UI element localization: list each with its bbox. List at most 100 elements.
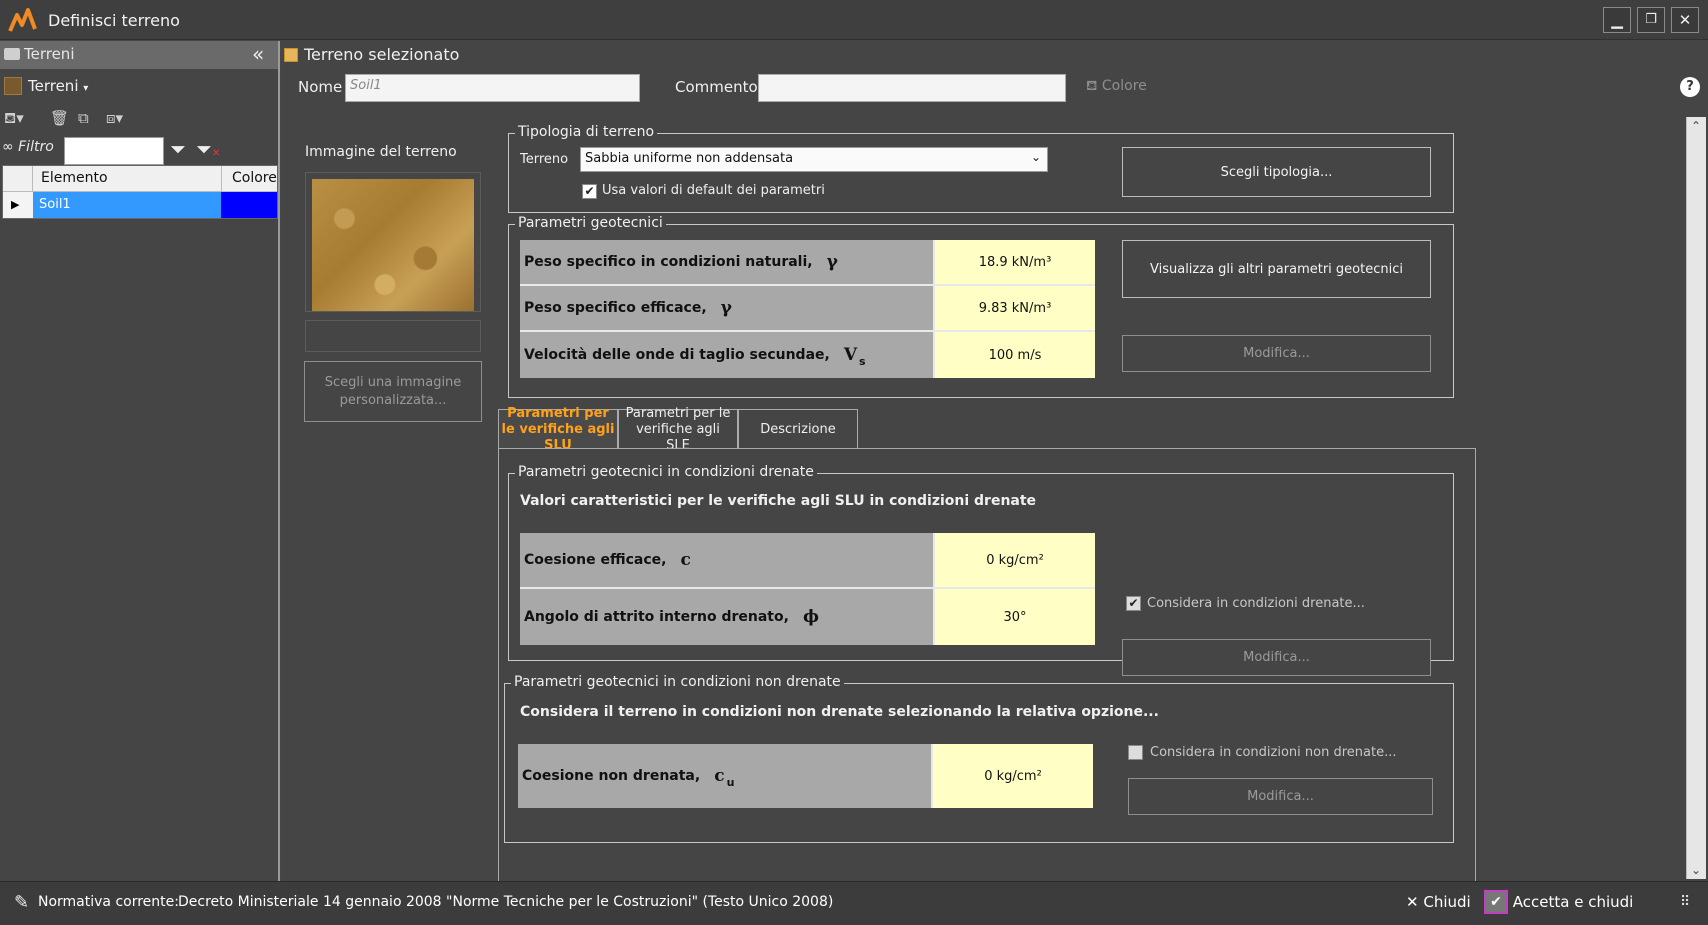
close-x-icon: ✕ (1406, 893, 1419, 911)
binoculars-icon: ∞ (2, 139, 14, 155)
geotech-row-value[interactable]: 100 m/s (935, 332, 1095, 378)
main-panel: Terreno selezionato Nome Soil1 Commento … (282, 41, 1708, 881)
geotech-row-label: Velocità delle onde di taglio secundae, V… (520, 332, 933, 378)
sidebar-header: Terreni « (0, 41, 278, 69)
choose-image-button[interactable]: Scegli una immagine personalizzata... (304, 361, 482, 422)
paint-bucket-icon[interactable]: ⛾▾ (4, 109, 24, 129)
vs-subscript: s (859, 354, 866, 368)
drained-row-value[interactable]: 30° (935, 589, 1095, 645)
terreno-select-value: Sabbia uniforme non addensata (585, 151, 794, 166)
modify-undrained-button[interactable]: Modifica... (1128, 778, 1433, 815)
delete-icon[interactable]: 🗑 (50, 109, 69, 127)
tab-slu[interactable]: Parametri per le verifiche agli SLU (498, 406, 618, 453)
drained-row-label-text: Angolo di attrito interno drenato, (524, 609, 789, 625)
default-params-label: Usa valori di default dei parametri (602, 183, 825, 198)
modify-drained-button[interactable]: Modifica... (1122, 639, 1431, 676)
geotech-table: Peso specifico in condizioni naturali, γ … (520, 240, 1095, 378)
resize-grip-icon[interactable]: ⠿ (1680, 894, 1690, 910)
color-button-label: Colore (1101, 78, 1147, 94)
phi-symbol: ϕ (802, 607, 819, 627)
checkmark-icon: ✔ (1128, 596, 1139, 610)
default-params-checkbox[interactable]: ✔ (582, 184, 597, 199)
paint-bucket-icon: ⛾ (1086, 78, 1098, 94)
image-label: Immagine del terreno (305, 144, 457, 160)
checkmark-icon: ✔ (584, 184, 595, 198)
filter-icon[interactable]: ⏷ (170, 137, 186, 161)
image-caption-box (305, 320, 481, 352)
note-icon (284, 48, 298, 62)
color-button[interactable]: ⛾ Colore (1086, 78, 1147, 96)
vs-symbol: V (843, 345, 858, 365)
scroll-down-icon[interactable]: ⌄ (1691, 863, 1701, 877)
drained-checkbox[interactable]: ✔ (1126, 596, 1141, 611)
filter-input[interactable] (64, 137, 164, 165)
column-header-elemento: Elemento (41, 170, 108, 186)
drained-row-label: Angolo di attrito interno drenato, ϕ (520, 589, 933, 645)
tab-sle[interactable]: Parametri per le verifiche agli SLE (618, 406, 738, 453)
gamma-symbol: γ (826, 252, 838, 272)
drained-row-value[interactable]: 0 kg/cm² (935, 533, 1095, 587)
close-window-button[interactable]: ✕ (1671, 7, 1699, 33)
terreni-grid: Elemento Colore ▶ Soil1 (2, 165, 278, 219)
clear-filter-icon[interactable]: ⏷✕ (196, 137, 220, 161)
app-logo-icon (8, 8, 37, 32)
scroll-up-icon[interactable]: ⌃ (1691, 119, 1701, 133)
soil-folder-icon (4, 77, 22, 95)
geotech-row-label: Peso specifico in condizioni naturali, γ (520, 240, 933, 284)
sidebar-title: Terreni (24, 45, 75, 63)
normativa-label: Normativa corrente: (38, 894, 179, 910)
name-label: Nome (298, 78, 343, 96)
row-pointer-icon: ▶ (3, 192, 33, 218)
terreno-label: Terreno (520, 152, 569, 167)
window-title: Definisci terreno (48, 11, 180, 30)
sidebar-toolbar: ⛾▾ 🗑 ⧉ ⧈▾ (4, 107, 154, 131)
close-button[interactable]: ✕ Chiudi (1406, 893, 1471, 911)
minimize-button[interactable]: ▁ (1603, 7, 1631, 33)
terreni-dropdown[interactable]: Terreni ▾ (28, 77, 88, 95)
cu-symbol: c (714, 766, 725, 786)
undrained-group-title: Parametri geotecnici in condizioni non d… (511, 674, 844, 690)
tipologia-group-title: Tipologia di terreno (515, 124, 658, 140)
vertical-scrollbar[interactable]: ⌃ ⌄ (1686, 117, 1706, 879)
geotech-row-label-text: Peso specifico in condizioni naturali, (524, 254, 813, 270)
name-input[interactable]: Soil1 (345, 74, 640, 102)
accept-button-label: Accetta e chiudi (1512, 893, 1634, 911)
geotech-row-value[interactable]: 9.83 kN/m³ (935, 286, 1095, 330)
modify-geotech-button[interactable]: Modifica... (1122, 335, 1431, 372)
paste-icon[interactable]: ⧈▾ (106, 109, 123, 127)
geotech-row-label-text: Velocità delle onde di taglio secundae, (524, 347, 830, 363)
tab-descrizione[interactable]: Descrizione (738, 409, 858, 449)
gamma-symbol: γ (720, 298, 732, 318)
geotech-row-label: Peso specifico efficace, γ (520, 286, 933, 330)
restore-button[interactable]: ❐ (1637, 7, 1665, 33)
grid-header-indicator (3, 166, 33, 191)
row-name: Soil1 (33, 192, 221, 218)
accept-close-button[interactable]: ✔ Accetta e chiudi (1484, 890, 1633, 914)
undrained-row-label: Coesione non drenata, c u (518, 744, 931, 808)
drained-check-label: Considera in condizioni drenate... (1147, 596, 1365, 611)
undrained-table: Coesione non drenata, c u 0 kg/cm² (518, 744, 1093, 808)
comment-input[interactable] (758, 74, 1066, 102)
terreni-dropdown-label: Terreni (28, 77, 79, 95)
undrained-checkbox[interactable] (1128, 745, 1143, 760)
terreno-select[interactable]: Sabbia uniforme non addensata ⌄ (580, 147, 1048, 172)
show-geotech-button[interactable]: Visualizza gli altri parametri geotecnic… (1122, 240, 1431, 298)
undrained-check-label: Considera in condizioni non drenate... (1150, 745, 1397, 760)
table-row[interactable]: ▶ Soil1 (3, 192, 277, 218)
help-icon[interactable]: ? (1680, 77, 1700, 97)
chevron-down-icon: ⌄ (1030, 150, 1041, 164)
id-card-icon (4, 48, 20, 60)
cu-subscript: u (726, 775, 735, 789)
drained-group-title: Parametri geotecnici in condizioni drena… (515, 464, 817, 480)
c-symbol: c (680, 550, 691, 570)
choose-tipologia-button[interactable]: Scegli tipologia... (1122, 147, 1431, 197)
geotech-row-value[interactable]: 18.9 kN/m³ (935, 240, 1095, 284)
close-icon: ✕ (1678, 11, 1692, 29)
minimize-icon: ▁ (1611, 11, 1623, 29)
filter-label: Filtro (18, 139, 54, 155)
collapse-sidebar-icon[interactable]: « (252, 42, 264, 66)
undrained-heading: Considera il terreno in condizioni non d… (520, 704, 1159, 720)
chevron-down-icon: ▾ (83, 83, 89, 94)
undrained-row-value[interactable]: 0 kg/cm² (933, 744, 1093, 808)
duplicate-icon[interactable]: ⧉ (78, 109, 89, 127)
